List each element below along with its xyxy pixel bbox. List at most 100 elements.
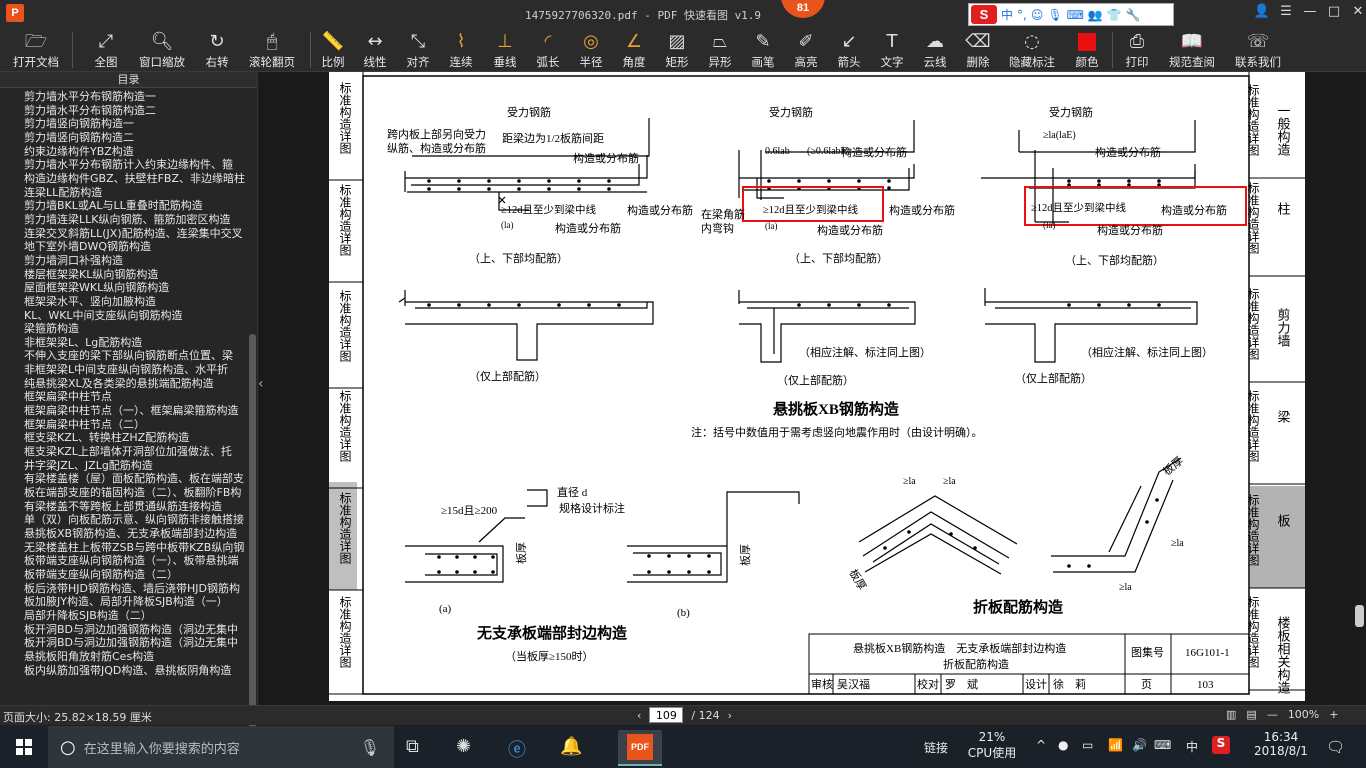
punct-icon[interactable]: °,: [1017, 8, 1027, 22]
toc-item[interactable]: 非框架梁L、Lg配筋构造: [24, 336, 246, 350]
tools-icon[interactable]: 🔧: [1126, 8, 1141, 22]
toc-item[interactable]: 板带端支座纵向钢筋构造（一）、板带悬挑端: [24, 554, 246, 568]
toc-item[interactable]: 框架扁梁中柱节点（一）、框架扁梁箍筋构造: [24, 404, 246, 418]
color-button[interactable]: 颜色: [1072, 28, 1102, 72]
ime-lang[interactable]: 中: [1001, 6, 1013, 23]
zoom-out-icon[interactable]: —: [1267, 708, 1278, 721]
rotate-right-button[interactable]: ↻ 右转: [200, 28, 234, 72]
toc-item[interactable]: 板带端支座纵向钢筋构造（二）: [24, 568, 246, 582]
toc-item[interactable]: 框支梁KZL上部墙体开洞部位加强做法、托: [24, 445, 246, 459]
toc-item[interactable]: 单（双）向板配筋示意、纵向钢筋非接触搭接: [24, 513, 246, 527]
battery-icon[interactable]: ▭: [1082, 738, 1093, 752]
toc-item[interactable]: 剪力墙水平分布钢筋构造二: [24, 104, 246, 118]
toc-item[interactable]: 井字梁JZL、JZLg配筋构造: [24, 459, 246, 473]
toc-item[interactable]: 楼层框架梁KL纵向钢筋构造: [24, 268, 246, 282]
task-view-icon[interactable]: ⧉: [406, 736, 419, 757]
toc-item[interactable]: 不伸入支座的梁下部纵向钢筋断点位置、梁: [24, 349, 246, 363]
cpu-widget[interactable]: 21% CPU使用: [962, 730, 1022, 761]
menu-icon[interactable]: ☰: [1274, 4, 1298, 19]
windows-start-icon[interactable]: [16, 739, 32, 755]
toc-item[interactable]: 板在端部支座的锚固构造（二）、板翻阶FB构: [24, 486, 246, 500]
toc-item[interactable]: 剪力墙连梁LLK纵向钢筋、箍筋加密区构造: [24, 213, 246, 227]
ime-toolbar[interactable]: S 中 °, ☺ 🎙 ⌨ 👥 👕 🔧: [968, 3, 1174, 26]
toc-item[interactable]: 有梁楼盖楼（屋）面板配筋构造、板在端部支: [24, 472, 246, 486]
single-page-icon[interactable]: ▤: [1246, 708, 1256, 721]
toc-item[interactable]: 无梁楼盖柱上板带ZSB与跨中板带KZB纵向钢: [24, 541, 246, 555]
toc-item[interactable]: 板后浇带HJD钢筋构造、墙后浇带HJD钢筋构: [24, 582, 246, 596]
volume-icon[interactable]: 🔊: [1132, 738, 1147, 752]
emoji-icon[interactable]: ☺: [1031, 8, 1044, 22]
taskbar-search[interactable]: ○ 在这里输入你要搜索的内容 🎙: [48, 726, 394, 768]
print-button[interactable]: ⎙ 打印: [1122, 28, 1152, 72]
pdf-viewer-task[interactable]: PDF: [618, 730, 662, 766]
toc-item[interactable]: 剪力墙竖向钢筋构造一: [24, 117, 246, 131]
perpendicular-button[interactable]: ⊥ 垂线: [490, 28, 520, 72]
ie-browser-icon[interactable]: ⓔ: [508, 736, 526, 762]
text-button[interactable]: T 文字: [877, 28, 907, 72]
show-hidden-icons[interactable]: ^: [1036, 738, 1046, 752]
align-button[interactable]: ⤡ 对齐: [403, 28, 433, 72]
notification-app-icon[interactable]: 🔔: [560, 736, 582, 757]
toc-item[interactable]: 非框架梁L中间支座纵向钢筋构造、水平折: [24, 363, 246, 377]
clock[interactable]: 16:34 2018/8/1: [1246, 730, 1316, 758]
toc-item[interactable]: 剪力墙BKL或AL与LL重叠时配筋构造: [24, 199, 246, 213]
toc-item[interactable]: 地下室外墙DWQ钢筋构造: [24, 240, 246, 254]
page-number-input[interactable]: 109: [649, 707, 684, 723]
toc-item[interactable]: 悬挑板阳角放射筋Ces构造: [24, 650, 246, 664]
irregular-button[interactable]: ⏢ 异形: [705, 28, 735, 72]
standards-lookup-button[interactable]: 📖 规范查阅: [1166, 28, 1218, 72]
toc-item[interactable]: 板开洞BD与洞边加强钢筋构造（洞边无集中: [24, 623, 246, 637]
maximize-button[interactable]: □: [1322, 4, 1346, 19]
toc-item[interactable]: 剪力墙水平分布钢筋构造一: [24, 90, 246, 104]
sidebar-scrollbar[interactable]: [249, 334, 256, 734]
contact-us-button[interactable]: ☏ 联系我们: [1232, 28, 1284, 72]
fit-page-button[interactable]: ⤢ 全图: [88, 28, 124, 72]
toc-item[interactable]: 板开洞BD与洞边加强钢筋构造（洞边无集中: [24, 636, 246, 650]
zoom-level[interactable]: 100%: [1288, 708, 1319, 721]
toc-item[interactable]: 约束边缘构件YBZ构造: [24, 145, 246, 159]
angle-button[interactable]: ∠ 角度: [619, 28, 649, 72]
toc-item[interactable]: 框架扁梁中柱节点（二）: [24, 418, 246, 432]
toc-item[interactable]: 剪力墙竖向钢筋构造二: [24, 131, 246, 145]
user-icon[interactable]: 👥: [1088, 8, 1103, 22]
toc-item[interactable]: 屋面框架梁WKL纵向钢筋构造: [24, 281, 246, 295]
toc-item[interactable]: KL、WKL中间支座纵向钢筋构造: [24, 309, 246, 323]
toc-item[interactable]: 有梁楼盖不等跨板上部贯通纵筋连接构造: [24, 500, 246, 514]
toc-item[interactable]: 悬挑板XB钢筋构造、无支承板端部封边构造: [24, 527, 246, 541]
sogou-tray-icon[interactable]: S: [1212, 736, 1230, 754]
scale-button[interactable]: 📏 比例: [318, 28, 348, 72]
link-label[interactable]: 链接: [920, 739, 952, 756]
collapse-sidebar-icon[interactable]: ‹: [258, 376, 270, 400]
notification-icon[interactable]: ●: [1058, 738, 1068, 752]
highlight-button[interactable]: ✐ 高亮: [791, 28, 821, 72]
toc-item[interactable]: 剪力墙洞口补强构造: [24, 254, 246, 268]
fan-app-icon[interactable]: ✺: [456, 736, 471, 757]
viewer-scrollbar[interactable]: [1355, 605, 1364, 627]
radius-button[interactable]: ◎ 半径: [576, 28, 606, 72]
arc-length-button[interactable]: ◜ 弧长: [533, 28, 563, 72]
toc-item[interactable]: 板内纵筋加强带JQD构造、悬挑板阴角构造: [24, 664, 246, 678]
toc-item[interactable]: 板加腋JY构造、局部升降板SJB构造（一）: [24, 595, 246, 609]
toc-item[interactable]: 剪力墙水平分布钢筋计入约束边缘构件、箍: [24, 158, 246, 172]
two-page-icon[interactable]: ▥: [1226, 708, 1236, 721]
linear-button[interactable]: ↔ 线性: [360, 28, 390, 72]
toc-item[interactable]: 连梁LL配筋构造: [24, 186, 246, 200]
toc-item[interactable]: 框支梁KZL、转换柱ZHZ配筋构造: [24, 431, 246, 445]
notification-badge[interactable]: 81: [781, 0, 825, 18]
wheel-page-button[interactable]: 🖱 滚轮翻页: [246, 28, 298, 72]
delete-button[interactable]: ⌫ 删除: [963, 28, 993, 72]
close-button[interactable]: ✕: [1346, 4, 1366, 19]
open-file-button[interactable]: 🗁 打开文档: [10, 28, 62, 72]
input-lang[interactable]: 中: [1186, 738, 1198, 755]
rectangle-button[interactable]: ▨ 矩形: [662, 28, 692, 72]
action-center-icon[interactable]: 🗨: [1326, 738, 1345, 756]
arrow-button[interactable]: ↙ 箭头: [834, 28, 864, 72]
pen-button[interactable]: ✎ 画笔: [748, 28, 778, 72]
skin-icon[interactable]: 👕: [1107, 8, 1122, 22]
mic-icon[interactable]: 🎙: [1047, 8, 1062, 22]
account-icon[interactable]: 👤: [1250, 4, 1274, 19]
toc-item[interactable]: 纯悬挑梁XL及各类梁的悬挑端配筋构造: [24, 377, 246, 391]
hide-annotations-button[interactable]: ◌ 隐藏标注: [1006, 28, 1058, 72]
sogou-logo-icon[interactable]: S: [971, 5, 997, 24]
toc-item[interactable]: 局部升降板SJB构造（二）: [24, 609, 246, 623]
